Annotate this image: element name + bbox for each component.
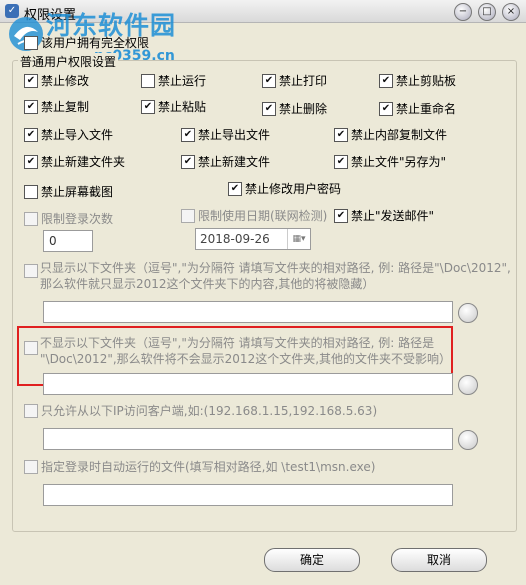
cancel-button[interactable]: 取消: [391, 548, 487, 572]
checkbox-label: 禁止文件"另存为": [351, 155, 447, 169]
show-folders-browse-button[interactable]: [458, 303, 478, 323]
checkbox-box[interactable]: ✔: [24, 154, 38, 169]
allow-ip-browse-button[interactable]: [458, 430, 478, 450]
checkbox-box[interactable]: ✔: [334, 154, 348, 169]
checkbox-label: 禁止新建文件: [198, 155, 271, 169]
checkbox-box[interactable]: [24, 184, 38, 199]
checkbox-box[interactable]: ✔: [141, 99, 155, 114]
forbid-internal-copy-checkbox[interactable]: ✔ 禁止内部复制文件: [334, 126, 447, 143]
checkbox-label: 禁止导入文件: [41, 128, 114, 142]
forbid-email-checkbox[interactable]: ✔ 禁止"发送邮件": [334, 207, 434, 224]
hide-folders-browse-button[interactable]: [458, 375, 478, 395]
checkbox-box[interactable]: ✔: [181, 127, 195, 142]
checkbox-box[interactable]: ✔: [379, 73, 393, 88]
checkbox-box[interactable]: ✔: [181, 154, 195, 169]
group-title: 普通用户权限设置: [18, 53, 119, 70]
checkbox-box[interactable]: ✔: [24, 127, 38, 142]
limit-date-picker[interactable]: 2018-09-26 ▦▾: [195, 228, 311, 250]
checkbox-label: 只允许从以下IP访问客户端,如:(192.168.1.15,192.168.5.…: [41, 404, 378, 418]
checkbox-box[interactable]: ✔: [24, 99, 38, 114]
checkbox-box[interactable]: [24, 211, 38, 226]
hide-folders-checkbox[interactable]: [24, 341, 38, 355]
checkbox-label: 禁止内部复制文件: [351, 128, 448, 142]
show-folders-text-1: 只显示以下文件夹（逗号","为分隔符 请填写文件夹的相对路径, 例: 路径是"\…: [40, 261, 511, 275]
forbid-clipboard-checkbox[interactable]: ✔ 禁止剪贴板: [379, 72, 456, 89]
forbid-rename-checkbox[interactable]: ✔ 禁止重命名: [379, 100, 456, 117]
maximize-button[interactable]: □: [478, 3, 496, 21]
checkbox-label: 禁止运行: [158, 74, 207, 88]
checkbox-box[interactable]: [24, 459, 38, 474]
login-count-input[interactable]: 0: [43, 230, 93, 252]
auto-run-input[interactable]: [43, 484, 453, 506]
forbid-export-checkbox[interactable]: ✔ 禁止导出文件: [181, 126, 270, 143]
checkbox-box[interactable]: [24, 35, 38, 50]
checkbox-label: 禁止"发送邮件": [351, 209, 435, 223]
checkbox-box[interactable]: ✔: [379, 101, 393, 116]
checkbox-label: 禁止修改用户密码: [245, 182, 342, 196]
forbid-print-checkbox[interactable]: ✔ 禁止打印: [262, 72, 327, 89]
allow-ip-checkbox[interactable]: 只允许从以下IP访问客户端,如:(192.168.1.15,192.168.5.…: [24, 402, 377, 419]
calendar-dropdown-icon[interactable]: ▦▾: [287, 229, 310, 249]
checkbox-label: 禁止打印: [279, 74, 328, 88]
forbid-modify-checkbox[interactable]: ✔ 禁止修改: [24, 72, 89, 89]
hide-folders-text-1: 不显示以下文件夹（逗号","为分隔符 请填写文件夹的相对路径, 例: 路径是: [40, 336, 435, 350]
checkbox-label: 指定登录时自动运行的文件(填写相对路径,如 \test1\msn.exe): [41, 460, 376, 474]
checkbox-label: 禁止复制: [41, 100, 90, 114]
show-folders-input[interactable]: [43, 301, 453, 323]
checkbox-box[interactable]: ✔: [262, 101, 276, 116]
checkbox-box[interactable]: [24, 341, 38, 355]
close-button[interactable]: ×: [502, 3, 520, 21]
checkbox-label: 禁止剪贴板: [396, 74, 457, 88]
checkbox-label: 禁止屏幕截图: [41, 185, 114, 199]
checkbox-box[interactable]: ✔: [334, 127, 348, 142]
show-folders-checkbox[interactable]: [24, 262, 38, 278]
auto-run-checkbox[interactable]: 指定登录时自动运行的文件(填写相对路径,如 \test1\msn.exe): [24, 458, 375, 475]
forbid-new-folder-checkbox[interactable]: ✔ 禁止新建文件夹: [24, 153, 125, 170]
limit-login-checkbox[interactable]: 限制登录次数: [24, 210, 113, 227]
forbid-paste-checkbox[interactable]: ✔ 禁止粘贴: [141, 98, 206, 115]
checkbox-label: 限制使用日期(联网检测): [198, 209, 328, 223]
full-permission-checkbox[interactable]: 该用户拥有完全权限: [24, 34, 149, 51]
checkbox-box[interactable]: [24, 264, 38, 278]
forbid-change-password-checkbox[interactable]: ✔ 禁止修改用户密码: [228, 180, 341, 197]
checkbox-label: 禁止修改: [41, 74, 90, 88]
forbid-run-checkbox[interactable]: 禁止运行: [141, 72, 206, 89]
checkbox-label: 禁止重命名: [396, 102, 457, 116]
checkbox-box[interactable]: [24, 403, 38, 418]
limit-date-checkbox[interactable]: 限制使用日期(联网检测): [181, 207, 327, 224]
checkbox-box[interactable]: ✔: [334, 208, 348, 223]
allow-ip-input[interactable]: [43, 428, 453, 450]
show-folders-text-2: 那么软件就只显示2012这个文件夹下的内容,其他的将被隐藏）: [40, 277, 375, 291]
forbid-copy-checkbox[interactable]: ✔ 禁止复制: [24, 98, 89, 115]
checkbox-label: 限制登录次数: [41, 212, 114, 226]
checkbox-box[interactable]: [181, 208, 195, 223]
full-permission-label: 该用户拥有完全权限: [41, 36, 150, 50]
forbid-delete-checkbox[interactable]: ✔ 禁止删除: [262, 100, 327, 117]
forbid-screenshot-checkbox[interactable]: 禁止屏幕截图: [24, 183, 113, 200]
checkbox-label: 禁止新建文件夹: [41, 155, 126, 169]
checkbox-box[interactable]: ✔: [262, 73, 276, 88]
checkbox-box[interactable]: ✔: [24, 73, 38, 88]
checkbox-box[interactable]: [141, 73, 155, 88]
ok-button[interactable]: 确定: [264, 548, 360, 572]
date-value: 2018-09-26: [200, 232, 270, 246]
checkbox-box[interactable]: ✔: [228, 181, 242, 196]
hide-folders-input[interactable]: [43, 373, 453, 395]
hide-folders-text-2: "\Doc\2012",那么软件将不会显示2012这个文件夹,其他的文件夹不受影…: [40, 352, 452, 366]
forbid-import-checkbox[interactable]: ✔ 禁止导入文件: [24, 126, 113, 143]
forbid-save-as-checkbox[interactable]: ✔ 禁止文件"另存为": [334, 153, 446, 170]
checkbox-label: 禁止导出文件: [198, 128, 271, 142]
minimize-button[interactable]: −: [454, 3, 472, 21]
checkbox-label: 禁止粘贴: [158, 100, 207, 114]
checkbox-label: 禁止删除: [279, 102, 328, 116]
forbid-new-file-checkbox[interactable]: ✔ 禁止新建文件: [181, 153, 270, 170]
